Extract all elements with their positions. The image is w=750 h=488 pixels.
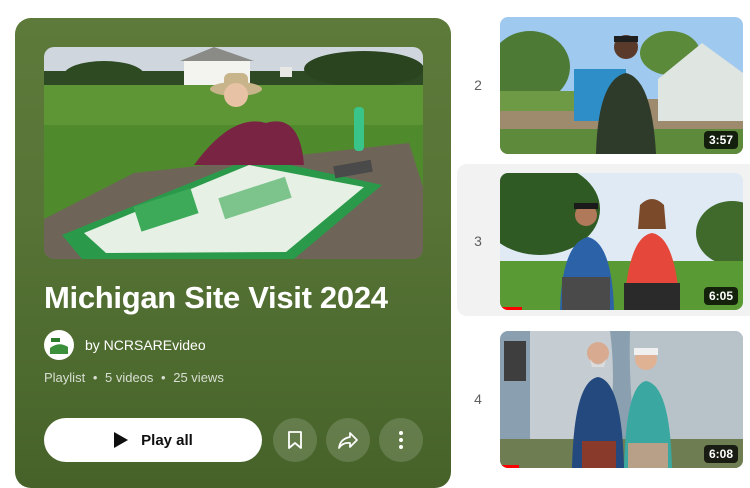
share-icon [338,432,358,449]
watch-progress [500,307,522,310]
meta-separator: • [161,370,166,385]
video-count: 5 videos [105,370,154,385]
playlist-thumbnail[interactable] [44,47,423,259]
playlist-meta: Playlist • 5 videos • 25 views [44,370,224,385]
video-thumbnail[interactable]: 3:57 [500,17,743,154]
view-count: 25 views [173,370,224,385]
channel-link[interactable]: by NCRSAREvideo [44,330,206,360]
meta-separator: • [92,370,98,385]
playlist-video-item[interactable]: 4 6:08 [457,322,750,474]
play-all-button[interactable]: Play all [44,418,262,462]
play-icon [114,432,129,448]
channel-name[interactable]: by NCRSAREvideo [85,337,206,353]
playlist-video-item[interactable]: 2 3:57 [457,9,750,161]
video-index: 3 [474,233,482,249]
playlist-type: Playlist [44,370,86,385]
playlist-title: Michigan Site Visit 2024 [44,280,388,315]
channel-avatar[interactable] [44,330,74,360]
bookmark-icon [288,431,302,449]
video-duration: 3:57 [703,131,738,149]
playlist-video-item[interactable]: 3 6:05 [457,164,750,316]
video-index: 4 [474,391,482,407]
play-all-label: Play all [141,431,193,449]
video-thumbnail[interactable]: 6:05 [500,173,743,310]
playlist-header-panel: Michigan Site Visit 2024 by NCRSAREvideo… [15,18,451,488]
save-playlist-button[interactable] [273,418,317,462]
video-thumbnail[interactable]: 6:08 [500,331,743,468]
more-vert-icon [399,431,403,449]
video-duration: 6:05 [703,287,738,305]
watch-progress [500,465,520,468]
video-duration: 6:08 [703,445,738,463]
video-index: 2 [474,77,482,93]
share-button[interactable] [326,418,370,462]
more-actions-button[interactable] [379,418,423,462]
